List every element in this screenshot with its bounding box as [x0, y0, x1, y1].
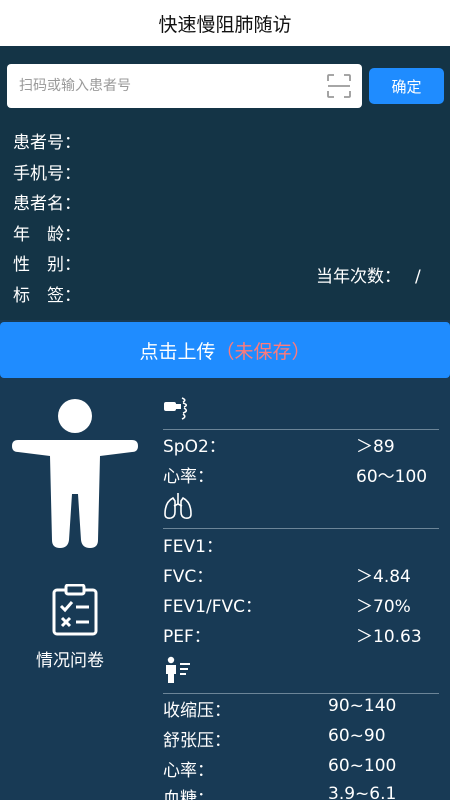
patient-name-label: 患者名：: [13, 194, 81, 214]
divider: [163, 528, 439, 529]
measurement-area: 情况问卷 SpO2： ＞89 心率： 60～100 FEV1： FVC： ＞4.84 …: [0, 380, 450, 800]
vital-row: SpO2： ＞89: [163, 432, 439, 462]
survey-label[interactable]: 情况问卷: [36, 646, 104, 671]
vital-key: FEV1：: [163, 537, 223, 557]
gender-label: 性 别：: [13, 255, 81, 275]
body-icon[interactable]: [12, 398, 138, 548]
vital-value: ＞70%: [356, 597, 411, 617]
divider: [163, 693, 439, 694]
vital-key: FEV1/FVC：: [163, 597, 262, 617]
lungs-icon: [164, 493, 192, 519]
age-label: 年 龄：: [13, 224, 81, 245]
vital-row: 舒张压： 60~90: [163, 726, 439, 756]
vital-row: 收缩压： 90~140: [163, 696, 439, 726]
year-count: 当年次数： /: [316, 262, 421, 287]
vital-row: FEV1/FVC： ＞70%: [163, 592, 439, 622]
scan-icon[interactable]: [326, 73, 352, 99]
vital-key: 心率：: [163, 761, 214, 781]
title-bar: 快速慢阻肺随访: [0, 0, 450, 46]
vital-key: PEF：: [163, 627, 211, 647]
vital-row: FVC： ＞4.84: [163, 562, 439, 592]
year-count-value: /: [415, 267, 421, 287]
vital-row: 心率： 60～100: [163, 462, 439, 492]
vital-value: 3.9~6.1: [328, 784, 397, 800]
vital-key: SpO2：: [163, 437, 226, 457]
phone-label: 手机号：: [13, 163, 81, 184]
tag-label: 标 签：: [13, 285, 81, 306]
vital-value: ＞4.84: [356, 567, 411, 587]
unsaved-status: （未保存）: [215, 340, 311, 363]
clipboard-icon[interactable]: [52, 584, 98, 636]
vital-row: 心率： 60~100: [163, 756, 439, 786]
vital-value: 90~140: [328, 696, 397, 716]
confirm-button[interactable]: 确定: [369, 68, 444, 104]
vital-value: ＞89: [356, 437, 395, 457]
vital-key: 舒张压：: [163, 731, 231, 751]
vital-row: FEV1：: [163, 532, 439, 562]
vital-value: ＞10.63: [356, 627, 422, 647]
search-box: [7, 64, 362, 108]
year-count-label: 当年次数：: [316, 267, 401, 287]
patient-search-input[interactable]: [7, 66, 307, 106]
vital-key: FVC：: [163, 567, 214, 587]
patient-id-label: 患者号：: [13, 133, 81, 153]
divider: [163, 429, 439, 430]
patient-info: 患者号： 手机号： 患者名： 年 龄： 性 别： 标 签：: [13, 128, 81, 311]
vital-value: 60～100: [356, 467, 428, 487]
vital-key: 血糖：: [163, 789, 214, 800]
vital-value: 60~90: [328, 726, 386, 746]
vital-row: PEF： ＞10.63: [163, 622, 439, 652]
vital-key: 收缩压：: [163, 701, 231, 721]
upload-label: 点击上传: [139, 340, 216, 363]
page-title: 快速慢阻肺随访: [158, 13, 292, 36]
oximeter-icon: [164, 397, 188, 420]
person-list-icon: [166, 656, 190, 683]
upload-button[interactable]: 点击上传 （未保存）: [0, 322, 450, 378]
vital-key: 心率：: [163, 467, 214, 487]
vital-value: 60~100: [328, 756, 397, 776]
vital-row: 血糖： 3.9~6.1: [163, 784, 439, 800]
